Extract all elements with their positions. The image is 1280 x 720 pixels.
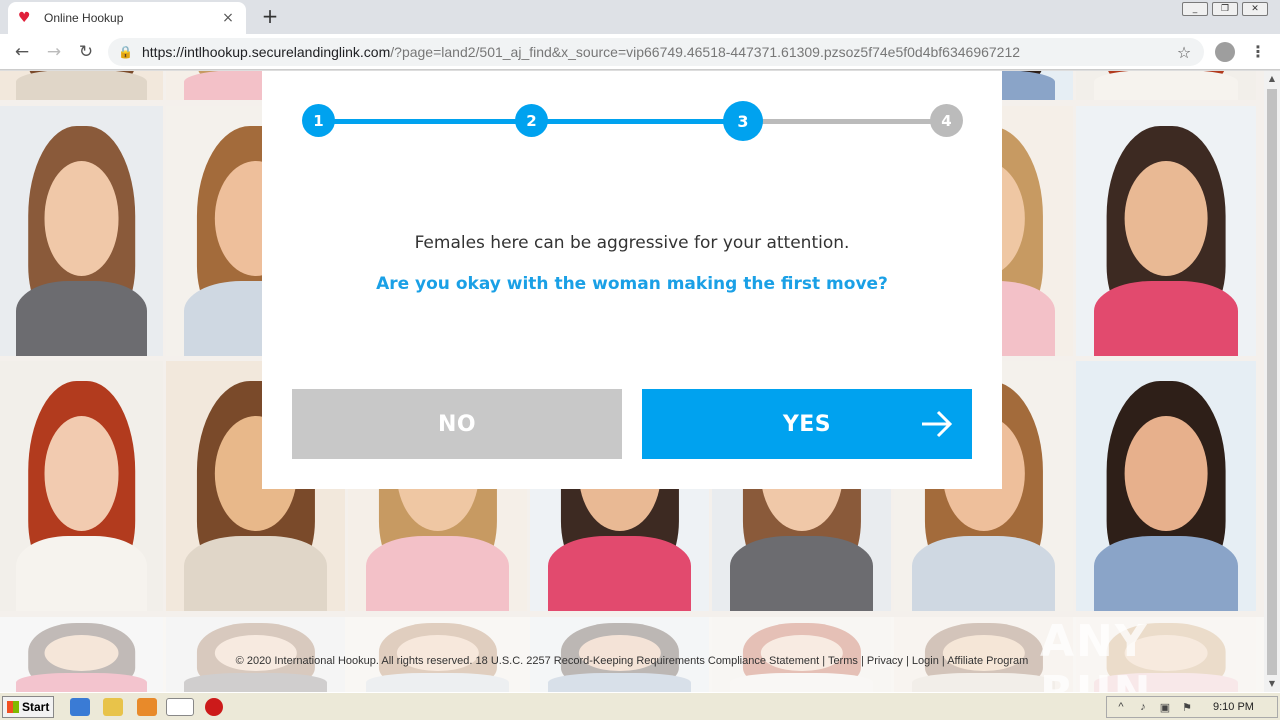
- photo-top: [16, 71, 147, 100]
- photo-top: [1094, 71, 1238, 100]
- browser-toolbar: ← → ↻ 🔒 https://intlhookup.securelanding…: [0, 34, 1280, 70]
- start-label: Start: [22, 700, 50, 714]
- modal-question: Are you okay with the woman making the f…: [376, 274, 888, 294]
- media-icon[interactable]: [137, 698, 157, 716]
- page-viewport: 1 2 3 4 Females here can be aggressive f…: [0, 71, 1264, 692]
- photo-top: [16, 281, 147, 356]
- ie-icon[interactable]: [70, 698, 90, 716]
- photo-tile: [0, 71, 163, 100]
- restore-button[interactable]: ❐: [1212, 2, 1238, 16]
- volume-icon[interactable]: ♪: [1135, 701, 1151, 713]
- photo-face: [44, 161, 119, 276]
- close-window-button[interactable]: ✕: [1242, 2, 1268, 16]
- photo-top: [183, 536, 328, 611]
- network-icon[interactable]: ▣: [1157, 701, 1173, 714]
- tray-expand-icon[interactable]: ^: [1113, 701, 1129, 713]
- window-controls: _ ❐ ✕: [1182, 2, 1268, 16]
- new-tab-button[interactable]: +: [258, 5, 282, 29]
- minimize-button[interactable]: _: [1182, 2, 1208, 16]
- chrome-icon[interactable]: [166, 698, 194, 716]
- photo-top: [729, 536, 874, 611]
- folder-icon[interactable]: [103, 698, 123, 716]
- scroll-thumb[interactable]: [1267, 89, 1277, 675]
- start-button[interactable]: Start: [2, 696, 54, 718]
- photo-top: [1094, 281, 1238, 356]
- arrow-right-icon: [922, 410, 953, 438]
- url-path: /?page=land2/501_aj_find&x_source=vip667…: [390, 44, 1021, 60]
- no-button[interactable]: NO: [292, 389, 622, 459]
- step-3: 3: [723, 101, 763, 141]
- tab-title: Online Hookup: [44, 11, 124, 25]
- photo-top: [911, 536, 1056, 611]
- lock-icon: 🔒: [118, 45, 133, 59]
- system-tray: ^ ♪ ▣ ⚑ 9:10 PM: [1106, 696, 1278, 718]
- url-text[interactable]: https://intlhookup.securelandinglink.com…: [142, 44, 1174, 60]
- separator: |: [857, 655, 867, 667]
- modal-message: Females here can be aggressive for your …: [414, 233, 850, 253]
- tab-close-icon[interactable]: ×: [220, 10, 236, 26]
- star-icon[interactable]: ☆: [1174, 43, 1194, 62]
- windows-logo-icon: [7, 701, 19, 713]
- heart-favicon-icon: ♥: [18, 10, 31, 26]
- reload-icon[interactable]: ↻: [74, 40, 98, 64]
- progress-line-remaining: [743, 119, 947, 124]
- anyrun-watermark: ANY RUN: [1040, 616, 1150, 692]
- taskbar: Start ^ ♪ ▣ ⚑ 9:10 PM: [0, 692, 1280, 720]
- step-2: 2: [515, 104, 548, 137]
- url-host: https://intlhookup.securelandinglink.com: [142, 44, 391, 60]
- forward-icon[interactable]: →: [42, 40, 66, 64]
- step-1: 1: [302, 104, 335, 137]
- photo-top: [365, 536, 510, 611]
- profile-icon[interactable]: [1215, 42, 1235, 62]
- photo-tile: [1076, 71, 1256, 100]
- yes-button[interactable]: YES: [642, 389, 972, 459]
- back-icon[interactable]: ←: [10, 40, 34, 64]
- photo-face: [1124, 161, 1208, 276]
- step-4: 4: [930, 104, 963, 137]
- menu-icon[interactable]: ⋮: [1250, 40, 1266, 64]
- privacy-link[interactable]: Privacy: [867, 655, 903, 667]
- browser-tab[interactable]: ♥ Online Hookup ×: [8, 2, 246, 34]
- photo-tile: [0, 106, 163, 356]
- scroll-up-icon[interactable]: ▲: [1264, 71, 1280, 87]
- address-bar[interactable]: 🔒 https://intlhookup.securelandinglink.c…: [108, 38, 1204, 66]
- yes-button-label: YES: [782, 411, 832, 437]
- stop-icon[interactable]: [205, 698, 223, 716]
- page-scrollbar[interactable]: ▲ ▼: [1264, 71, 1280, 692]
- photo-top: [16, 536, 147, 611]
- photo-top: [1094, 536, 1238, 611]
- photo-top: [547, 536, 692, 611]
- flag-icon[interactable]: ⚑: [1179, 701, 1195, 714]
- scroll-down-icon[interactable]: ▼: [1264, 676, 1280, 692]
- photo-face: [44, 416, 119, 531]
- terms-link[interactable]: Terms: [828, 655, 858, 667]
- copyright-text: © 2020 International Hookup. All rights …: [235, 655, 820, 667]
- photo-tile: [0, 361, 163, 611]
- affiliate-program-link[interactable]: Affiliate Program: [947, 655, 1028, 667]
- separator: |: [819, 655, 828, 667]
- photo-face: [1124, 416, 1208, 531]
- login-link[interactable]: Login: [912, 655, 939, 667]
- separator: |: [938, 655, 948, 667]
- photo-tile: [1076, 106, 1256, 356]
- no-button-label: NO: [437, 411, 477, 437]
- tab-strip: ♥ Online Hookup × + _ ❐ ✕: [0, 0, 1280, 34]
- photo-tile: [1076, 361, 1256, 611]
- progress-steps: 1 2 3 4: [302, 101, 963, 141]
- separator: |: [902, 655, 912, 667]
- question-modal: 1 2 3 4 Females here can be aggressive f…: [262, 71, 1002, 489]
- clock: 9:10 PM: [1213, 701, 1254, 713]
